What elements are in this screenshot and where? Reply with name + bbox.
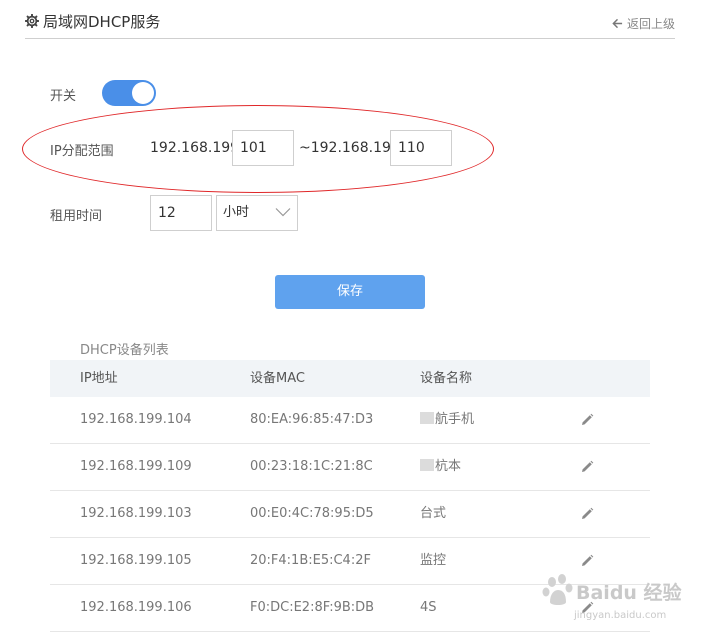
ip-range-separator: ~192.168.199: [299, 140, 400, 156]
table-row: 192.168.199.104 80:EA:96:85:47:D3 航手机: [50, 397, 650, 444]
row-device-name: 监控: [420, 553, 447, 568]
chevron-down-icon: [275, 208, 291, 217]
pencil-icon[interactable]: [580, 460, 594, 474]
gear-icon: [25, 14, 39, 28]
row-device-name: 4S: [420, 600, 437, 615]
redaction-blur: [420, 459, 434, 471]
row-ip: 192.168.199.103: [80, 506, 192, 521]
device-list-title: DHCP设备列表: [80, 343, 169, 358]
page-title: 局域网DHCP服务: [43, 13, 161, 31]
row-ip: 192.168.199.104: [80, 412, 192, 427]
lease-time-label: 租用时间: [50, 209, 103, 224]
paw-logo-icon: [542, 574, 573, 605]
ip-range-label: IP分配范围: [50, 144, 114, 159]
column-header-ip: IP地址: [80, 371, 118, 386]
pencil-icon[interactable]: [580, 507, 594, 521]
row-mac: 20:F4:1B:E5:C4:2F: [250, 553, 371, 568]
back-link-label: 返回上级: [626, 17, 675, 31]
lease-time-input[interactable]: 12: [150, 195, 212, 231]
row-mac: 00:E0:4C:78:95:D5: [250, 506, 374, 521]
table-row: 192.168.199.109 00:23:18:1C:21:8C 杭本: [50, 444, 650, 491]
back-link[interactable]: 返回上级: [612, 15, 675, 32]
pencil-icon[interactable]: [580, 413, 594, 427]
redaction-blur: [420, 412, 434, 424]
row-name-text: 杭本: [435, 459, 462, 474]
row-device-name: 杭本: [420, 444, 461, 490]
save-button[interactable]: 保存: [275, 275, 425, 309]
row-ip: 192.168.199.109: [80, 459, 192, 474]
column-header-mac: 设备MAC: [250, 371, 305, 386]
lease-unit-select[interactable]: 小时: [216, 195, 298, 231]
ip-end-input[interactable]: 110: [390, 130, 452, 166]
lease-unit-value: 小时: [223, 205, 250, 220]
row-device-name: 航手机: [420, 397, 474, 443]
watermark-url: jingyan.baidu.com: [574, 610, 667, 621]
column-header-name: 设备名称: [420, 371, 473, 386]
arrow-left-icon: [612, 18, 623, 29]
row-mac: F0:DC:E2:8F:9B:DB: [250, 600, 375, 615]
row-ip: 192.168.199.105: [80, 553, 192, 568]
row-mac: 00:23:18:1C:21:8C: [250, 459, 373, 474]
baidu-watermark: Baidu 经验 jingyan.baidu.com: [540, 566, 682, 636]
row-device-name: 台式: [420, 506, 447, 521]
row-name-text: 航手机: [435, 412, 475, 427]
table-row: 192.168.199.103 00:E0:4C:78:95:D5 台式: [50, 491, 650, 538]
toggle-knob: [132, 82, 154, 104]
switch-label: 开关: [50, 89, 77, 104]
watermark-brand: Baidu 经验: [576, 582, 682, 604]
row-ip: 192.168.199.106: [80, 600, 192, 615]
row-mac: 80:EA:96:85:47:D3: [250, 412, 374, 427]
ip-start-input[interactable]: 101: [232, 130, 294, 166]
ip-prefix-start: 192.168.199: [150, 140, 240, 156]
page-header: 局域网DHCP服务 返回上级: [25, 0, 675, 39]
table-header: IP地址 设备MAC 设备名称: [50, 360, 650, 397]
dhcp-toggle[interactable]: [102, 80, 156, 106]
